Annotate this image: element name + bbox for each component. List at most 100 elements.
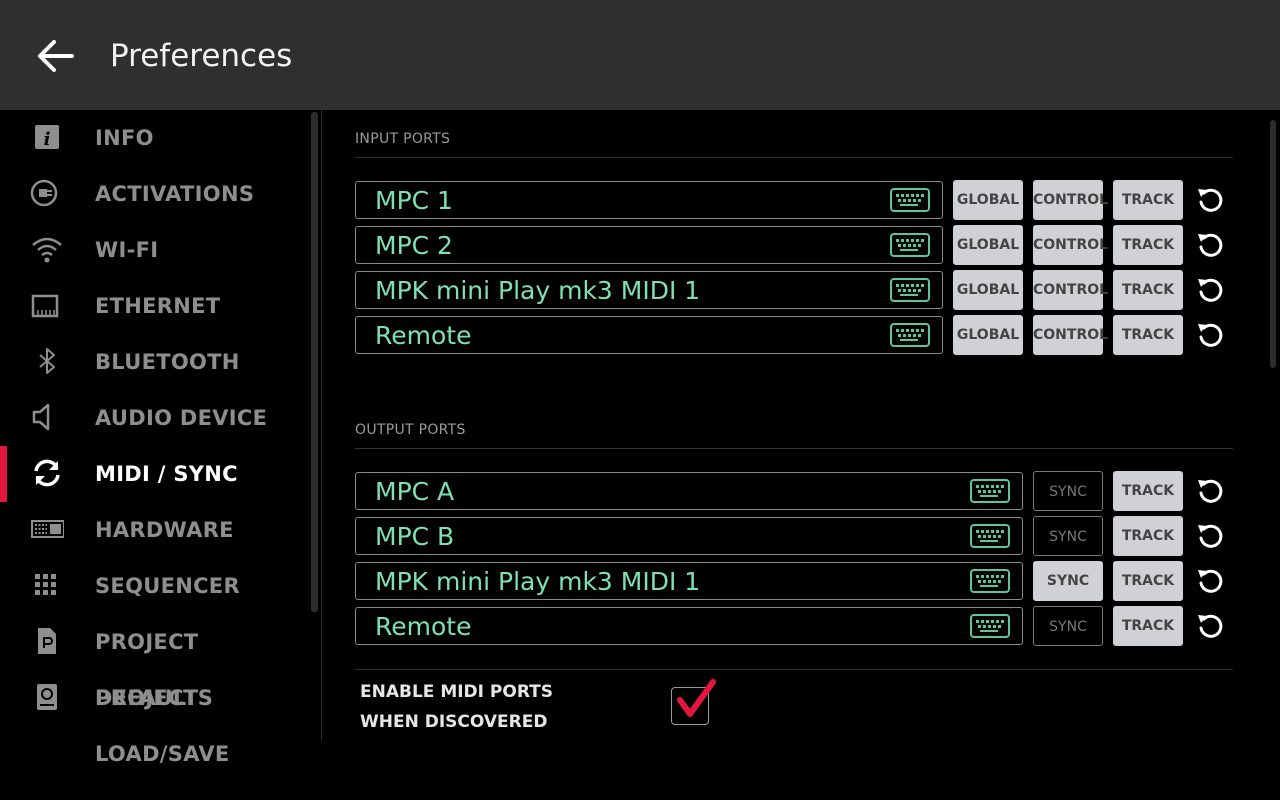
control-button[interactable]: CONTROL [1033, 180, 1108, 220]
sync-button[interactable]: SYNC [1033, 606, 1103, 646]
global-button[interactable]: GLOBAL [953, 315, 1023, 355]
output-port-row[interactable]: MPK mini Play mk3 MIDI 1 [355, 562, 1023, 600]
sidebar-item-activations[interactable]: ACTIVATIONS [0, 166, 310, 222]
keyboard-icon [890, 323, 930, 347]
track-button[interactable]: TRACK [1113, 606, 1183, 646]
reset-icon[interactable] [1195, 274, 1227, 306]
sidebar-item-label: ETHERNET [95, 294, 221, 318]
input-port-row[interactable]: MPK mini Play mk3 MIDI 1 [355, 271, 943, 309]
sidebar-item-label: HARDWARE [95, 518, 234, 542]
global-button[interactable]: GLOBAL [953, 270, 1023, 310]
port-name: MPC 2 [375, 231, 453, 260]
reset-icon[interactable] [1195, 520, 1227, 552]
sync-icon [34, 459, 60, 487]
output-port-row[interactable]: MPC B [355, 517, 1023, 555]
plug-icon [30, 179, 58, 207]
keyboard-icon [970, 524, 1010, 548]
sidebar-item-label: ACTIVATIONS [95, 182, 255, 206]
track-button[interactable]: TRACK [1113, 471, 1183, 511]
input-port-row[interactable]: Remote [355, 316, 943, 354]
main-scrollbar[interactable] [1270, 120, 1276, 368]
sync-button[interactable]: SYNC [1033, 561, 1103, 601]
sidebar-item-label: MIDI / SYNC [95, 462, 238, 486]
sidebar-item-ethernet[interactable]: ETHERNET [0, 278, 310, 334]
sidebar-item-bluetooth[interactable]: BLUETOOTH [0, 334, 310, 390]
sidebar: i INFO ACTIVATIONS WI-FI ETHERNET BLUETO… [0, 110, 320, 800]
divider [355, 448, 1233, 449]
keyboard-icon [970, 569, 1010, 593]
grid-icon [35, 574, 56, 595]
port-name: Remote [375, 321, 472, 350]
input-port-row[interactable]: MPC 1 [355, 181, 943, 219]
keyboard-icon [890, 188, 930, 212]
keyboard-icon [970, 614, 1010, 638]
port-name: MPK mini Play mk3 MIDI 1 [375, 567, 701, 596]
track-button[interactable]: TRACK [1113, 225, 1183, 265]
sidebar-item-label: SEQUENCER [95, 574, 240, 598]
sync-button[interactable]: SYNC [1033, 516, 1103, 556]
reset-icon[interactable] [1195, 475, 1227, 507]
sidebar-item-project-load-save[interactable]: PROJECT LOAD/SAVE [0, 670, 310, 766]
sidebar-scrollbar[interactable] [311, 112, 318, 612]
control-button[interactable]: CONTROL [1033, 270, 1108, 310]
track-button[interactable]: TRACK [1113, 561, 1183, 601]
keyboard-icon [890, 278, 930, 302]
sidebar-item-midi-sync[interactable]: MIDI / SYNC [0, 446, 310, 502]
track-button[interactable]: TRACK [1113, 315, 1183, 355]
divider [355, 157, 1233, 158]
keyboard-icon [970, 479, 1010, 503]
checkmark-icon [677, 679, 716, 717]
sidebar-divider [321, 110, 322, 740]
reset-icon[interactable] [1195, 319, 1227, 351]
input-ports-title: INPUT PORTS [355, 131, 451, 147]
track-button[interactable]: TRACK [1113, 270, 1183, 310]
active-indicator [0, 446, 7, 502]
sidebar-item-label: AUDIO DEVICE [95, 406, 268, 430]
drive-icon [37, 684, 57, 710]
enable-midi-line2: WHEN DISCOVERED [360, 712, 548, 732]
enable-midi-label: ENABLE MIDI PORTS WHEN DISCOVERED [360, 677, 553, 737]
reset-icon[interactable] [1195, 565, 1227, 597]
port-name: MPC B [375, 522, 455, 551]
sidebar-item-hardware[interactable]: HARDWARE [0, 502, 310, 558]
reset-icon[interactable] [1195, 610, 1227, 642]
wifi-icon [32, 237, 62, 263]
global-button[interactable]: GLOBAL [953, 225, 1023, 265]
back-arrow-icon[interactable] [36, 36, 76, 76]
keyboard-icon [890, 233, 930, 257]
sidebar-item-label: WI-FI [95, 238, 159, 262]
port-name: MPC 1 [375, 186, 453, 215]
output-port-row[interactable]: Remote [355, 607, 1023, 645]
bluetooth-icon [39, 348, 55, 374]
page-title: Preferences [110, 38, 293, 74]
sidebar-item-audio-device[interactable]: AUDIO DEVICE [0, 390, 310, 446]
global-button[interactable]: GLOBAL [953, 180, 1023, 220]
port-name: MPC A [375, 477, 455, 506]
sidebar-item-info[interactable]: i INFO [0, 110, 310, 166]
sidebar-item-wifi[interactable]: WI-FI [0, 222, 310, 278]
reset-icon[interactable] [1195, 229, 1227, 261]
control-button[interactable]: CONTROL [1033, 315, 1108, 355]
input-port-row[interactable]: MPC 2 [355, 226, 943, 264]
divider [355, 669, 1233, 670]
sidebar-item-project-defaults[interactable]: PROJECT DEFAULTS [0, 614, 310, 710]
document-icon [38, 628, 56, 654]
hardware-icon [31, 520, 64, 538]
port-name: MPK mini Play mk3 MIDI 1 [375, 276, 701, 305]
reset-icon[interactable] [1195, 184, 1227, 216]
control-button[interactable]: CONTROL [1033, 225, 1108, 265]
output-ports-title: OUTPUT PORTS [355, 422, 466, 438]
ethernet-icon [31, 294, 59, 318]
header-bar: Preferences [0, 0, 1280, 110]
svg-text:i: i [44, 129, 51, 150]
sync-button[interactable]: SYNC [1033, 471, 1103, 511]
speaker-icon [32, 403, 50, 431]
output-port-row[interactable]: MPC A [355, 472, 1023, 510]
sidebar-item-label: PROJECT LOAD/SAVE [95, 686, 230, 766]
sidebar-item-sequencer[interactable]: SEQUENCER [0, 558, 310, 614]
sidebar-item-label: BLUETOOTH [95, 350, 240, 374]
info-icon: i [35, 125, 59, 150]
port-name: Remote [375, 612, 472, 641]
track-button[interactable]: TRACK [1113, 180, 1183, 220]
track-button[interactable]: TRACK [1113, 516, 1183, 556]
